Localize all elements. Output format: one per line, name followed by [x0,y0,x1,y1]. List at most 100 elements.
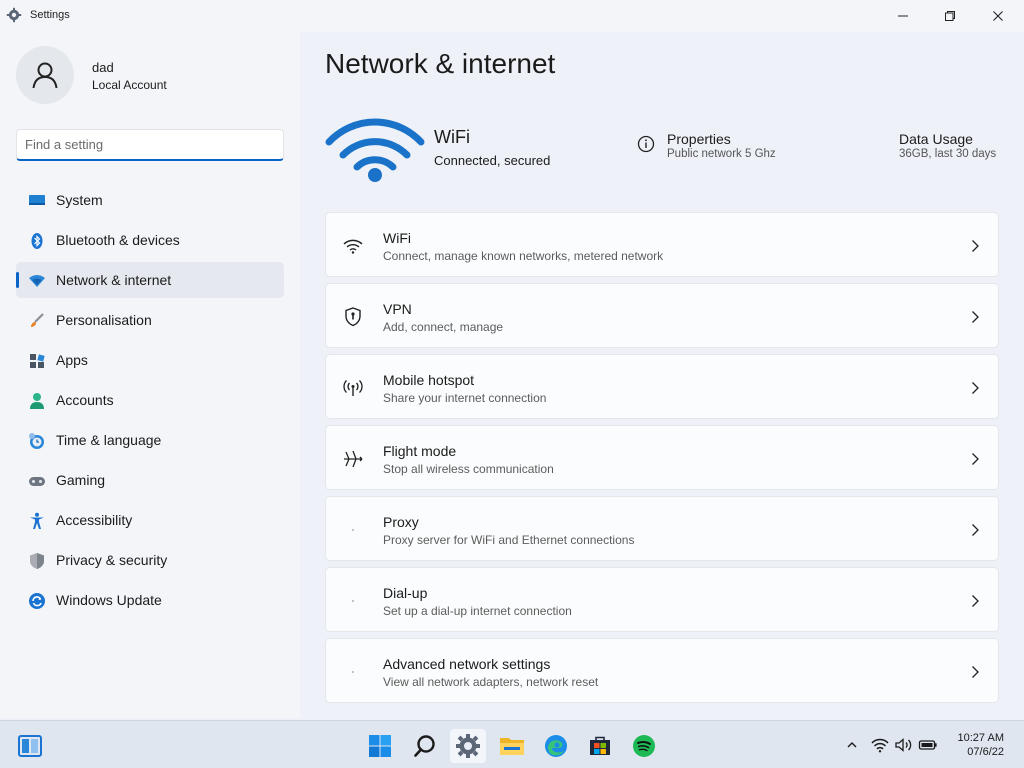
widgets-button[interactable] [12,729,48,763]
chevron-right-icon [972,382,979,394]
sidebar: dad Local Account System Bluetooth & dev… [0,32,300,718]
sidebar-item-label: Time & language [56,432,162,448]
sidebar-item-apps[interactable]: Apps [16,342,284,378]
spotify-button[interactable] [626,729,662,763]
sidebar-item-label: Windows Update [56,592,162,608]
settings-app-icon [6,7,22,23]
store-icon [590,736,610,755]
connection-name: WiFi [434,127,470,147]
taskbar-search-button[interactable] [407,729,443,763]
clock-date[interactable]: 07/6/22 [967,746,1004,758]
card-proxy[interactable]: Proxy Proxy server for WiFi and Ethernet… [325,496,999,561]
sidebar-item-label: Privacy & security [56,552,168,568]
system-icon [29,195,45,205]
data-usage-value: 36GB, last 30 days [899,148,997,160]
card-flight-mode[interactable]: Flight mode Stop all wireless communicat… [325,425,999,490]
sidebar-item-windows-update[interactable]: Windows Update [16,582,284,618]
shield-icon [30,553,44,569]
sidebar-item-accessibility[interactable]: Accessibility [16,502,284,538]
account-type: Local Account [92,78,167,92]
account-name: dad [92,60,114,75]
sidebar-item-system[interactable]: System [16,182,284,218]
card-subtitle: Proxy server for WiFi and Ethernet conne… [383,533,635,547]
avatar[interactable] [16,46,74,104]
chevron-right-icon [972,453,979,465]
sidebar-item-gaming[interactable]: Gaming [16,462,284,498]
gaming-icon [29,477,45,486]
sidebar-item-label: Network & internet [56,272,172,288]
battery-icon[interactable] [918,735,938,755]
connection-status: Connected, secured [434,153,551,168]
widgets-icon [18,735,42,757]
volume-icon[interactable] [894,735,914,755]
hotspot-icon [343,380,363,396]
card-subtitle: Share your internet connection [383,391,547,405]
proxy-icon [352,529,354,531]
spotify-icon [633,735,655,757]
card-advanced-network-settings[interactable]: Advanced network settings View all netwo… [325,638,999,703]
edge-button[interactable] [538,729,574,763]
wifi-icon [343,239,363,254]
sidebar-item-privacy-security[interactable]: Privacy & security [16,542,284,578]
sidebar-item-time-language[interactable]: Time & language [16,422,284,458]
sidebar-item-label: Apps [56,352,88,368]
card-subtitle: Connect, manage known networks, metered … [383,249,664,263]
card-mobile-hotspot[interactable]: Mobile hotspot Share your internet conne… [325,354,999,419]
start-icon [369,735,391,757]
tray-wifi-icon[interactable] [870,735,890,755]
user-icon [32,62,58,89]
chevron-right-icon [972,311,979,323]
properties-link[interactable]: Properties [667,131,731,147]
edge-icon [545,735,567,757]
clock-time[interactable]: 10:27 AM [958,732,1004,744]
close-button[interactable] [974,0,1022,32]
nav-list: System Bluetooth & devices Network & int… [16,182,284,622]
file-explorer-button[interactable] [494,729,530,763]
accounts-icon [30,393,44,409]
file-explorer-icon [500,738,524,755]
restore-icon [945,11,955,21]
apps-icon [30,354,45,368]
sidebar-item-label: Accessibility [56,512,133,528]
title-bar: Settings [0,0,1024,32]
sidebar-item-label: Accounts [56,392,114,408]
search-icon [414,735,435,757]
accessibility-icon [30,512,44,529]
card-dial-up[interactable]: Dial-up Set up a dial-up internet connec… [325,567,999,632]
airplane-icon [344,450,363,468]
sidebar-item-network[interactable]: Network & internet [16,262,284,298]
wifi-status-icon [325,118,425,182]
card-wifi[interactable]: WiFi Connect, manage known networks, met… [325,212,999,277]
chevron-right-icon [972,240,979,252]
card-vpn[interactable]: VPN Add, connect, manage [325,283,999,348]
sidebar-item-personalisation[interactable]: Personalisation [16,302,284,338]
data-usage-link[interactable]: Data Usage [899,131,973,147]
sidebar-item-label: Gaming [56,472,106,488]
card-subtitle: View all network adapters, network reset [383,675,599,689]
sidebar-item-label: System [56,192,103,208]
info-icon[interactable] [637,135,655,153]
search-input[interactable] [17,130,283,159]
sidebar-item-label: Personalisation [56,312,152,328]
store-button[interactable] [582,729,618,763]
search-box[interactable] [16,129,284,161]
settings-icon [456,734,480,758]
close-icon [993,11,1003,21]
taskbar-settings-button[interactable] [450,729,486,763]
minimize-button[interactable] [879,0,927,32]
account-profile[interactable]: dad Local Account [16,46,286,106]
card-title: WiFi [383,230,411,246]
settings-cards: WiFi Connect, manage known networks, met… [325,212,999,709]
card-title: Proxy [383,514,419,530]
card-title: Flight mode [383,443,457,459]
update-icon [29,593,45,609]
properties-value: Public network 5 Ghz [667,148,776,160]
sidebar-item-bluetooth[interactable]: Bluetooth & devices [16,222,284,258]
maximize-button[interactable] [926,0,974,32]
show-hidden-icons-icon[interactable] [842,735,862,755]
sidebar-item-accounts[interactable]: Accounts [16,382,284,418]
card-title: VPN [383,301,412,317]
chevron-right-icon [972,666,979,678]
minimize-icon [898,15,908,17]
start-button[interactable] [362,729,398,763]
